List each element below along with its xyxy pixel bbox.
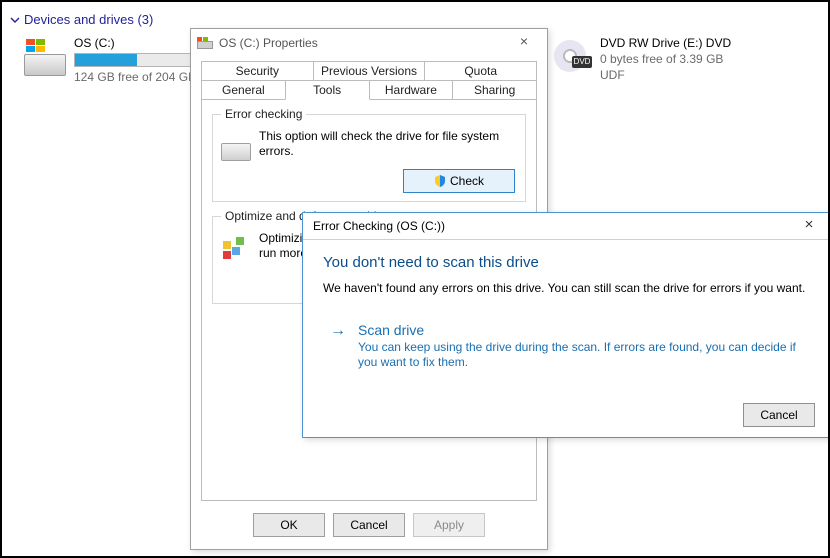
- errorcheck-headline: You don't need to scan this drive: [323, 254, 809, 271]
- disc-badge: DVD: [572, 56, 592, 68]
- drive-tile-dvd[interactable]: DVD DVD RW Drive (E:) DVD 0 bytes free o…: [550, 36, 731, 82]
- scan-drive-label: Scan drive: [358, 322, 804, 338]
- scan-drive-subtext: You can keep using the drive during the …: [358, 340, 804, 370]
- shield-icon: [434, 175, 446, 187]
- hdd-windows-icon: [24, 36, 64, 76]
- scan-drive-option[interactable]: → Scan drive You can keep using the driv…: [323, 315, 809, 377]
- errorcheck-message: We haven't found any errors on this driv…: [323, 281, 809, 295]
- properties-footer: OK Cancel Apply: [191, 513, 547, 537]
- drive-free-text: 0 bytes free of 3.39 GB: [600, 52, 731, 66]
- group-error-checking: Error checking This option will check th…: [212, 114, 526, 202]
- window-capture: Devices and drives (3) OS (C:) 124 GB fr…: [0, 0, 830, 558]
- tab-tools[interactable]: Tools: [285, 80, 370, 100]
- tab-sharing[interactable]: Sharing: [452, 80, 537, 100]
- error-checking-dialog: Error Checking (OS (C:)) × You don't nee…: [302, 212, 830, 438]
- close-button[interactable]: ×: [507, 33, 541, 53]
- drive-small-icon: [197, 37, 213, 49]
- chevron-down-icon: [10, 15, 20, 25]
- error-checking-text: This option will check the drive for fil…: [259, 129, 515, 159]
- properties-titlebar[interactable]: OS (C:) Properties ×: [191, 29, 547, 57]
- tab-security[interactable]: Security: [201, 61, 314, 80]
- properties-tabs: Security Previous Versions Quota General…: [201, 61, 537, 100]
- cancel-button[interactable]: Cancel: [333, 513, 405, 537]
- tab-general[interactable]: General: [201, 80, 286, 100]
- defrag-icon: [221, 237, 251, 263]
- dvd-disc-icon: DVD: [550, 36, 590, 76]
- section-header-text: Devices and drives (3): [24, 12, 153, 27]
- properties-title: OS (C:) Properties: [219, 36, 318, 50]
- cancel-button[interactable]: Cancel: [743, 403, 815, 427]
- drive-title: DVD RW Drive (E:) DVD: [600, 36, 731, 50]
- close-button[interactable]: ×: [795, 216, 823, 234]
- drive-fs: UDF: [600, 68, 731, 82]
- devices-section-header[interactable]: Devices and drives (3): [10, 12, 153, 27]
- errorcheck-titlebar[interactable]: Error Checking (OS (C:)): [303, 213, 829, 240]
- ok-button[interactable]: OK: [253, 513, 325, 537]
- apply-button[interactable]: Apply: [413, 513, 485, 537]
- errorcheck-title: Error Checking (OS (C:)): [313, 219, 445, 233]
- tab-hardware[interactable]: Hardware: [369, 80, 454, 100]
- hdd-icon: [221, 135, 251, 161]
- tab-quota[interactable]: Quota: [424, 61, 537, 80]
- check-button[interactable]: Check: [403, 169, 515, 193]
- tab-previous-versions[interactable]: Previous Versions: [313, 61, 426, 80]
- group-caption: Error checking: [221, 107, 306, 121]
- drive-meta: DVD RW Drive (E:) DVD 0 bytes free of 3.…: [600, 36, 731, 82]
- check-button-label: Check: [450, 174, 484, 188]
- arrow-right-icon: →: [330, 322, 346, 340]
